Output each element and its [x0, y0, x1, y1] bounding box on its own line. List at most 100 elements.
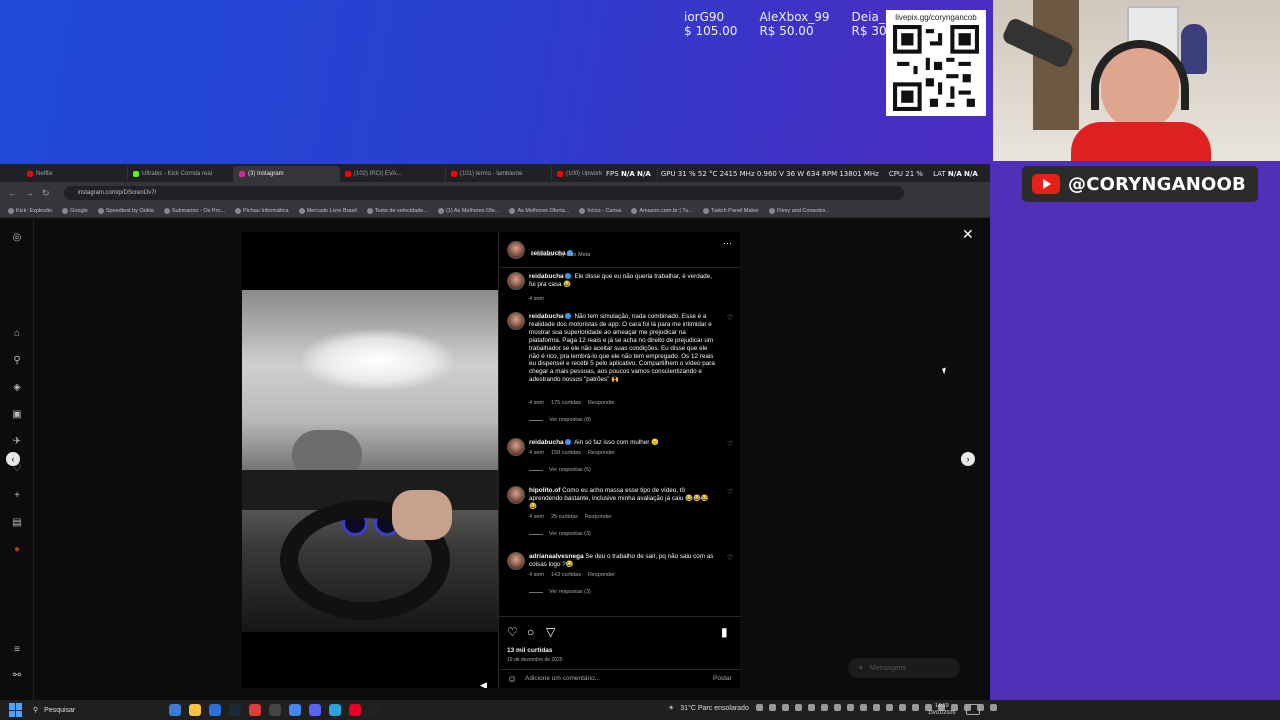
back-icon[interactable]: ← — [8, 188, 17, 198]
obs-icon[interactable] — [269, 704, 281, 716]
comment-likes[interactable]: 143 curtidas — [551, 572, 581, 578]
bookmark-item[interactable]: (1) As Melhores Ofe... — [437, 207, 499, 214]
reply-button[interactable]: Responder — [585, 514, 612, 520]
mute-icon[interactable]: ◀ — [480, 680, 487, 688]
avatar[interactable] — [507, 241, 525, 259]
tray-icon[interactable] — [899, 704, 906, 711]
tray-icon[interactable] — [912, 704, 919, 711]
browser-tab[interactable]: (101) termo - lambiente — [446, 166, 552, 182]
telegram-icon[interactable] — [329, 704, 341, 716]
more-options-icon[interactable]: ··· — [723, 238, 732, 248]
bookmark-item[interactable]: Google — [62, 207, 88, 214]
post-video[interactable]: ◀ — [242, 232, 498, 688]
messages-pill[interactable]: ✈ Mensagens — [848, 658, 960, 678]
taskbar-search[interactable]: ⚲ Pesquisar — [33, 703, 163, 717]
instagram-logo-icon[interactable]: ◎ — [11, 232, 23, 244]
reels-icon[interactable]: ▣ — [11, 409, 23, 421]
tray-icon[interactable] — [795, 704, 802, 711]
comment-input[interactable]: Adicione um comentário... — [525, 675, 600, 682]
bookmark-item[interactable]: Speedtest by Ookla — [97, 207, 154, 214]
start-icon[interactable] — [9, 703, 23, 717]
discord-icon[interactable] — [309, 704, 321, 716]
tray-icon[interactable] — [873, 704, 880, 711]
notification-icon[interactable] — [966, 704, 980, 715]
explore-icon[interactable]: ◈ — [11, 382, 23, 394]
bookmark-item[interactable]: Amazon.com.br | Tu... — [631, 207, 693, 214]
next-post-icon[interactable]: › — [961, 452, 975, 466]
search-icon[interactable]: ⚲ — [11, 355, 23, 367]
close-icon[interactable]: ✕ — [962, 226, 974, 243]
home-icon[interactable]: ⌂ — [11, 328, 23, 340]
post-comment-button[interactable]: Postar — [713, 675, 732, 682]
comment-likes[interactable]: 175 curtidas — [551, 400, 581, 406]
browser-tab-active[interactable]: (3) Instagram — [234, 166, 340, 182]
share-icon[interactable]: ▽ — [546, 625, 555, 639]
tray-icon[interactable] — [821, 704, 828, 711]
tray-icon[interactable] — [769, 704, 776, 711]
browser-tab[interactable]: (102) IRCI| EVA... — [340, 166, 446, 182]
like-comment-icon[interactable]: ♡ — [727, 440, 733, 448]
view-replies[interactable]: Ver respostas (3) — [529, 589, 591, 595]
bookmark-item[interactable]: Início - Canva — [579, 207, 621, 214]
comment-username[interactable]: reidabucha — [529, 313, 564, 320]
like-comment-icon[interactable]: ♡ — [727, 554, 733, 562]
bookmark-item[interactable]: Flexy and Consoles... — [769, 207, 830, 214]
like-icon[interactable]: ♡ — [507, 625, 518, 639]
browser-tab[interactable]: Ultrabis - Kick Corrida real — [128, 166, 234, 182]
reply-button[interactable]: Responder — [588, 572, 615, 578]
steam-icon[interactable] — [229, 704, 241, 716]
comment-username[interactable]: reidabucha — [529, 273, 564, 280]
app-icon[interactable] — [249, 704, 261, 716]
tray-icon[interactable] — [886, 704, 893, 711]
tray-icon[interactable] — [808, 704, 815, 711]
bookmark-item[interactable]: Twitch Panel Maker — [703, 207, 759, 214]
app-icon[interactable] — [349, 704, 361, 716]
bookmark-item[interactable]: Mercado Livre Brasil — [298, 207, 357, 214]
bookmark-item[interactable]: As Melhores Oferta... — [509, 207, 569, 214]
profile-icon[interactable]: ● — [11, 544, 23, 556]
avatar[interactable] — [507, 486, 525, 504]
comment-icon[interactable]: ○ — [527, 625, 534, 639]
like-comment-icon[interactable]: ♡ — [727, 488, 733, 496]
comment-username[interactable]: reidabucha — [529, 439, 564, 446]
edge-icon[interactable] — [169, 704, 181, 716]
tray-icon[interactable] — [990, 704, 997, 711]
dashboard-icon[interactable]: ▤ — [11, 517, 23, 529]
tray-icon[interactable] — [834, 704, 841, 711]
view-replies[interactable]: Ver respostas (3) — [529, 531, 591, 537]
browser-tab[interactable]: Netflix — [22, 166, 128, 182]
bookmark-item[interactable]: Pichau Informática — [235, 207, 289, 214]
messages-icon[interactable]: ✈ — [11, 436, 23, 448]
url-field[interactable]: instagram.com/p/DScrenIJv7/ — [63, 186, 904, 200]
likes-count[interactable]: 13 mil curtidas — [507, 647, 553, 654]
bookmark-item[interactable]: Submarino - Os Pro... — [163, 207, 225, 214]
weather-widget[interactable]: ☀ 31°C Parc ensolarado — [668, 704, 749, 713]
forward-icon[interactable]: → — [25, 188, 34, 198]
tray-icon[interactable] — [860, 704, 867, 711]
reload-icon[interactable]: ↻ — [42, 188, 50, 199]
view-replies[interactable]: Ver respostas (8) — [529, 417, 591, 423]
avatar[interactable] — [507, 312, 525, 330]
comment-likes[interactable]: 25 curtidas — [551, 514, 578, 520]
avatar[interactable] — [507, 272, 525, 290]
file-explorer-icon[interactable] — [189, 704, 201, 716]
tray-icon[interactable] — [782, 704, 789, 711]
bookmark-save-icon[interactable]: ▮ — [721, 625, 728, 639]
comment-username[interactable]: adrianaalvesnega — [529, 553, 584, 560]
comment-username[interactable]: hipolito.of — [529, 487, 560, 494]
view-replies[interactable]: Ver respostas (5) — [529, 467, 591, 473]
tray-icon[interactable] — [847, 704, 854, 711]
reply-button[interactable]: Responder — [588, 400, 615, 406]
chrome-icon[interactable] — [289, 704, 301, 716]
tray-icon[interactable] — [756, 704, 763, 711]
bookmark-item[interactable]: Kick: Explosão — [8, 207, 52, 214]
menu-icon[interactable]: ≡ — [11, 644, 23, 656]
emoji-icon[interactable]: ☺ — [507, 674, 517, 685]
avatar[interactable] — [507, 438, 525, 456]
reply-button[interactable]: Responder — [588, 450, 615, 456]
tiktok-icon[interactable] — [369, 704, 381, 716]
like-comment-icon[interactable]: ♡ — [727, 314, 733, 322]
avatar[interactable] — [507, 552, 525, 570]
prev-post-icon[interactable]: ‹ — [6, 452, 20, 466]
comment-likes[interactable]: 158 curtidas — [551, 450, 581, 456]
